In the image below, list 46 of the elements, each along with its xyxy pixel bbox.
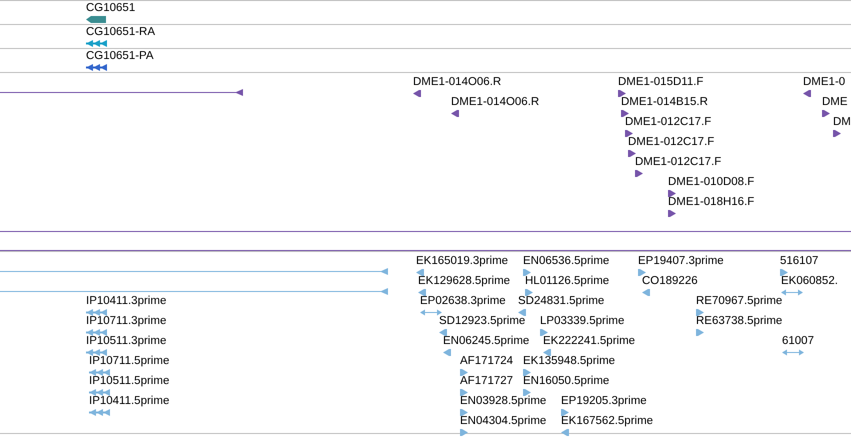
feature-label: EP19407.3prime xyxy=(638,254,724,268)
feature-label: AF171727 xyxy=(460,374,514,388)
feature-label: EK165019.3prime xyxy=(416,254,508,268)
feature-label: DME1-010D08.F xyxy=(668,175,754,189)
feature-label: DME1-012C17.F xyxy=(628,135,714,149)
feature-label: SD24831.5prime xyxy=(518,294,604,308)
feature-label: CG10651-PA xyxy=(86,49,154,63)
feature-label: DME1-014O06.R xyxy=(413,75,502,89)
feature-label: DME1-014B15.R xyxy=(621,95,708,109)
feature-label: DME1-012C17.F xyxy=(635,155,722,169)
feature-label: EN03928.5prime xyxy=(460,394,546,408)
feature-label: CG10651 xyxy=(86,1,136,15)
feature-label: EK167562.5prime xyxy=(561,414,654,428)
feature-label: IP10711.5prime xyxy=(89,354,170,368)
feature-label: 516107 xyxy=(780,254,818,268)
feature-label: DME1-014O06.R xyxy=(451,95,540,109)
feature-label: EK222241.5prime xyxy=(543,334,636,348)
feature-label: IP10411.5prime xyxy=(89,394,170,408)
feature-label: LP03339.5prime xyxy=(540,314,624,328)
feature-label: EK129628.5prime xyxy=(418,274,510,288)
feature-label: IP10511.3prime xyxy=(86,334,166,348)
feature-label: SD12923.5prime xyxy=(439,314,526,328)
feature-label: IP10411.3prime xyxy=(86,294,166,308)
feature-label: IP10711.3prime xyxy=(86,314,166,328)
feature-label: EN06245.5prime xyxy=(443,334,530,348)
feature-label: EN06536.5prime xyxy=(523,254,610,268)
feature-label: DME1-012C17.F xyxy=(625,115,712,129)
feature-label: EP19205.3prime xyxy=(561,394,647,408)
feature-label: EP02638.3prime xyxy=(420,294,506,308)
feature-label: DME1-015D11.F xyxy=(618,75,704,89)
feature-label: EN04304.5prime xyxy=(460,414,546,428)
feature-label: DME1-0 xyxy=(803,75,846,89)
feature-label: EK135948.5prime xyxy=(523,354,616,368)
feature-label: AF171724 xyxy=(460,354,514,368)
feature-label: RE63738.5prime xyxy=(696,314,782,328)
feature-label: 61007 xyxy=(782,334,814,348)
feature-label: CO189226 xyxy=(642,274,698,288)
feature-label: DME xyxy=(822,95,848,109)
feature-label: CG10651-RA xyxy=(86,25,156,39)
feature-label: IP10511.5prime xyxy=(89,374,170,388)
feature-label: HL01126.5prime xyxy=(525,274,610,288)
feature-label: RE70967.5prime xyxy=(696,294,782,308)
feature-label: EN16050.5prime xyxy=(523,374,610,388)
feature-label: DME1-018H16.F xyxy=(668,195,754,209)
feature-label: EK060852. xyxy=(781,274,838,288)
feature-label: DM xyxy=(833,115,851,129)
